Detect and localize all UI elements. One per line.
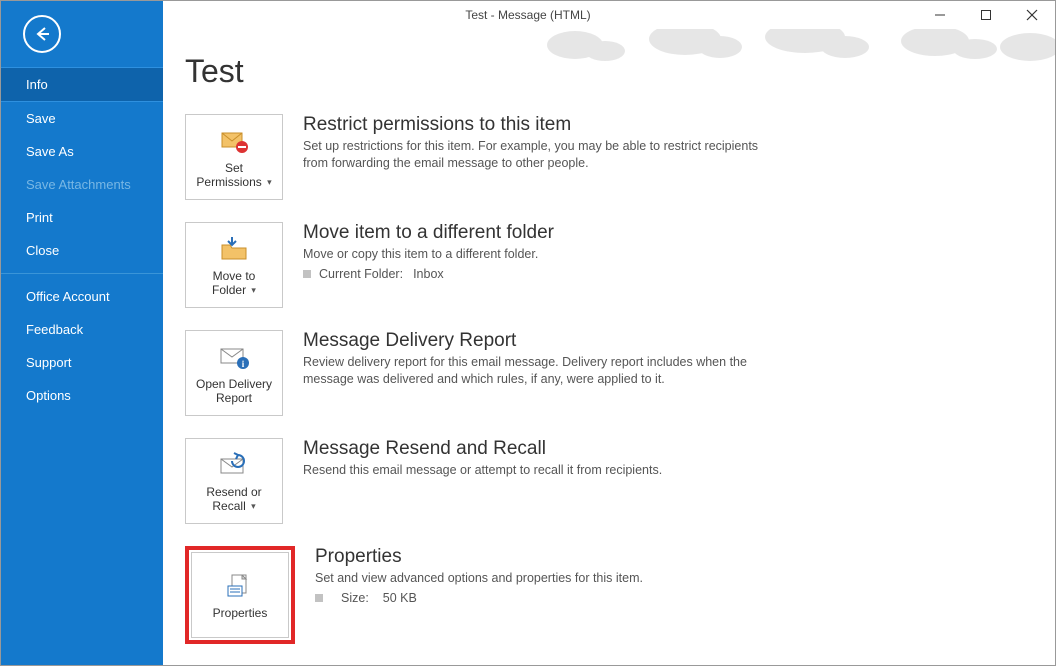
section-title: Properties: [315, 546, 785, 568]
page-title: Test: [185, 53, 1027, 90]
sidebar-item-print[interactable]: Print: [1, 201, 163, 234]
section-body: Move item to a different folder Move or c…: [303, 222, 773, 308]
section-desc: Set and view advanced options and proper…: [315, 570, 785, 587]
sidebar-item-support[interactable]: Support: [1, 346, 163, 379]
nav: Info Save Save As Save Attachments Print Clos…: [1, 67, 163, 412]
sidebar-item-save[interactable]: Save: [1, 102, 163, 135]
sidebar-item-label: Office Account: [26, 289, 110, 304]
main: Info Save Save As Save Attachments Print Clos…: [1, 29, 1055, 665]
sidebar-item-label: Support: [26, 355, 72, 370]
sidebar-item-label: Options: [26, 388, 71, 403]
sidebar-item-label: Save As: [26, 144, 74, 159]
section-body: Restrict permissions to this itemSet up …: [303, 114, 773, 200]
key-value: Current Folder: Inbox: [303, 267, 773, 281]
tile-label: Move toFolder: [212, 269, 256, 298]
sidebar-item-label: Feedback: [26, 322, 83, 337]
open-delivery-report-button[interactable]: i Open DeliveryReport: [185, 330, 283, 416]
set-permissions-button[interactable]: SetPermissions: [185, 114, 283, 200]
kv-key: Current Folder:: [319, 267, 403, 281]
folder-move-icon: [218, 233, 250, 265]
content: Test SetPermissions Restrict permissions…: [163, 29, 1055, 665]
window-title: Test - Message (HTML): [465, 8, 590, 22]
section-title: Message Resend and Recall: [303, 438, 773, 460]
chevron-down-icon: [251, 501, 256, 512]
section: Properties Properties Set and view advance…: [185, 546, 1027, 644]
bullet-icon: [303, 270, 311, 278]
sidebar-item-office-account[interactable]: Office Account: [1, 280, 163, 313]
section-title: Message Delivery Report: [303, 330, 773, 352]
move-to-folder-button[interactable]: Move toFolder: [185, 222, 283, 308]
resend-or-recall-button[interactable]: Resend orRecall: [185, 438, 283, 524]
properties-button[interactable]: Properties: [191, 552, 289, 638]
section: SetPermissions Restrict permissions to t…: [185, 114, 1027, 200]
window-buttons: [917, 1, 1055, 29]
sidebar-item-options[interactable]: Options: [1, 379, 163, 412]
section-desc: Resend this email message or attempt to …: [303, 462, 773, 479]
sidebar-item-label: Info: [26, 77, 48, 92]
section-desc: Move or copy this item to a different fo…: [303, 246, 773, 263]
sidebar-item-label: Print: [26, 210, 53, 225]
maximize-button[interactable]: [963, 1, 1009, 29]
chevron-down-icon: [267, 177, 272, 188]
section-desc: Set up restrictions for this item. For e…: [303, 138, 773, 172]
tile-label: SetPermissions: [196, 161, 271, 190]
tile-label: Open DeliveryReport: [196, 377, 272, 406]
back-icon: [23, 15, 61, 53]
envelope-block-icon: [218, 125, 250, 157]
section-body: Message Delivery ReportReview delivery r…: [303, 330, 773, 416]
section-body: Properties Set and view advanced options …: [315, 546, 785, 644]
key-value: Size: 50 KB: [315, 591, 785, 605]
sidebar-item-label: Close: [26, 243, 59, 258]
section-desc: Review delivery report for this email me…: [303, 354, 773, 388]
minimize-button[interactable]: [917, 1, 963, 29]
sidebar-item-close[interactable]: Close: [1, 234, 163, 267]
section: Resend orRecall Message Resend and Recal…: [185, 438, 1027, 524]
window: Test - Message (HTML) ? InfoSaveSave AsS…: [0, 0, 1056, 666]
sidebar: Info Save Save As Save Attachments Print Clos…: [1, 1, 163, 665]
section-title: Restrict permissions to this item: [303, 114, 773, 136]
properties-icon: [224, 570, 256, 602]
sidebar-item-save-as[interactable]: Save As: [1, 135, 163, 168]
highlight-box: Properties: [185, 546, 295, 644]
sidebar-item-info[interactable]: Info: [1, 67, 163, 102]
nav-separator: [1, 273, 163, 274]
bullet-icon: [315, 594, 323, 602]
tile-label: Properties: [213, 606, 268, 620]
envelope-info-icon: i: [218, 341, 250, 373]
sidebar-item-feedback[interactable]: Feedback: [1, 313, 163, 346]
close-button[interactable]: [1009, 1, 1055, 29]
kv-key: Size:: [341, 591, 369, 605]
section-body: Message Resend and Recall Resend this ema…: [303, 438, 773, 524]
envelope-recall-icon: [218, 449, 250, 481]
back-button[interactable]: [1, 1, 163, 67]
section: i Open DeliveryReport Message Delivery Rep…: [185, 330, 1027, 416]
tile-label: Resend orRecall: [206, 485, 261, 514]
sidebar-item-save-attachments: Save Attachments: [1, 168, 163, 201]
chevron-down-icon: [251, 285, 256, 296]
sidebar-item-label: Save: [26, 111, 56, 126]
sidebar-item-label: Save Attachments: [26, 177, 131, 192]
section-title: Move item to a different folder: [303, 222, 773, 244]
kv-value: 50 KB: [383, 591, 417, 605]
kv-value: Inbox: [413, 267, 444, 281]
section: Move toFolder Move item to a different f…: [185, 222, 1027, 308]
